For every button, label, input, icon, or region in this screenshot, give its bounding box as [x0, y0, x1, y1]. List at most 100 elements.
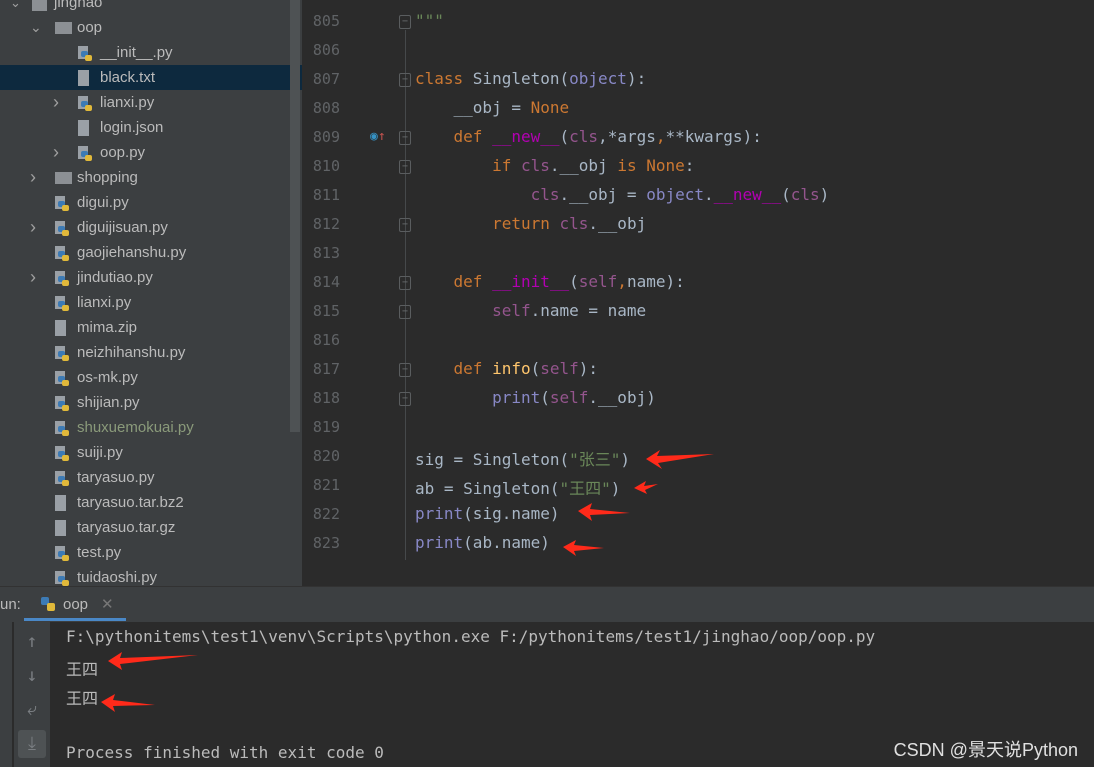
tree-item[interactable]: › shopping: [0, 165, 290, 190]
package-file-icon: [55, 22, 72, 34]
tree-item[interactable]: lianxi.py: [0, 290, 290, 315]
tree-item[interactable]: __init__.py: [0, 40, 290, 65]
tree-item-label: __init__.py: [100, 44, 173, 61]
tree-item[interactable]: shijian.py: [0, 390, 290, 415]
run-tab-oop[interactable]: oop ✕: [24, 587, 126, 621]
sidebar-scrollbar[interactable]: [290, 0, 300, 432]
code-token: info: [492, 359, 531, 378]
fold-icon[interactable]: −: [399, 305, 411, 319]
tree-item[interactable]: › oop.py: [0, 140, 290, 165]
code-token: object: [569, 69, 627, 88]
code-token: if: [492, 156, 521, 175]
code-line: cls.__obj = object.__new__(cls): [415, 185, 830, 204]
code-token: sig = Singleton(: [415, 450, 570, 469]
tree-item-label: digui.py: [77, 194, 129, 211]
folder-icon: [32, 0, 47, 11]
arrow-down-icon[interactable]: ↓: [18, 662, 46, 690]
code-token: __init__: [492, 272, 570, 291]
close-icon[interactable]: ✕: [101, 595, 114, 613]
arrow-up-icon[interactable]: ↑: [18, 628, 46, 656]
chevron-right-icon[interactable]: ›: [53, 90, 59, 115]
chevron-right-icon[interactable]: ›: [30, 265, 36, 290]
chevron-right-icon[interactable]: ›: [53, 140, 59, 165]
fold-icon[interactable]: −: [399, 73, 411, 87]
fold-icon[interactable]: −: [399, 15, 411, 29]
run-toolbar: un: oop ✕: [0, 586, 1094, 622]
python-file-icon: [55, 270, 70, 286]
code-token: (: [540, 388, 550, 407]
code-token: print: [415, 504, 464, 523]
code-token: ): [620, 450, 631, 469]
chevron-right-icon[interactable]: ›: [30, 215, 36, 240]
python-file-icon: [55, 395, 70, 411]
tree-item[interactable]: digui.py: [0, 190, 290, 215]
tree-item[interactable]: os-mk.py: [0, 365, 290, 390]
fold-icon[interactable]: −: [399, 131, 411, 145]
tree-item[interactable]: ⌄ oop: [0, 15, 290, 40]
tree-item[interactable]: suiji.py: [0, 440, 290, 465]
python-file-icon: [55, 445, 70, 461]
fold-icon[interactable]: −: [399, 218, 411, 232]
code-token: ):: [578, 359, 599, 378]
chevron-down-icon[interactable]: ⌄: [10, 0, 21, 15]
code-line: print(self.__obj): [415, 388, 656, 407]
line-number: 813: [312, 244, 340, 262]
code-token: def: [453, 272, 493, 291]
code-token: (sig.name): [463, 504, 560, 523]
tree-item[interactable]: › diguijisuan.py: [0, 215, 290, 240]
code-line: def __new__(cls,*args,**kwargs):: [415, 127, 762, 146]
code-token: .__obj: [549, 156, 618, 175]
python-file-icon: [55, 545, 70, 561]
python-file-icon: [55, 295, 70, 311]
python-file-icon: [55, 420, 70, 436]
code-token: ,: [598, 127, 608, 146]
code-editor[interactable]: 804 805−"""806807−class Singleton(object…: [302, 0, 1094, 561]
code-token: (: [559, 69, 570, 88]
chevron-down-icon[interactable]: ⌄: [30, 15, 42, 40]
tree-item-root[interactable]: ⌄ jinghao: [0, 0, 290, 15]
console-line: Process finished with exit code 0: [66, 743, 384, 762]
fold-icon[interactable]: −: [399, 276, 411, 290]
tree-item-label: lianxi.py: [100, 94, 155, 111]
tree-item[interactable]: login.json: [0, 115, 290, 140]
tree-item[interactable]: shuxuemokuai.py: [0, 415, 290, 440]
tree-item[interactable]: taryasuo.py: [0, 465, 290, 490]
tree-item[interactable]: › lianxi.py: [0, 90, 290, 115]
code-token: ): [819, 185, 830, 204]
tree-item[interactable]: taryasuo.tar.gz: [0, 515, 290, 540]
tree-item-label: suiji.py: [77, 444, 123, 461]
code-token: ):: [742, 127, 762, 146]
code-token: ab = Singleton(: [415, 479, 560, 498]
unknown-file-icon: [55, 495, 66, 511]
tree-item-label: jindutiao.py: [77, 269, 153, 286]
python-file-icon: [55, 345, 70, 361]
unknown-file-icon: [55, 520, 66, 536]
code-token: name):: [626, 272, 685, 291]
tree-item[interactable]: neizhihanshu.py: [0, 340, 290, 365]
override-icon[interactable]: ◉↑: [370, 129, 386, 144]
tree-item[interactable]: taryasuo.tar.bz2: [0, 490, 290, 515]
chevron-right-icon[interactable]: ›: [30, 165, 36, 190]
tree-item[interactable]: tuidaoshi.py: [0, 565, 290, 586]
tree-item[interactable]: gaojiehanshu.py: [0, 240, 290, 265]
soft-wrap-icon[interactable]: ⤶: [18, 696, 46, 724]
fold-icon[interactable]: −: [399, 363, 411, 377]
code-token: object: [646, 185, 704, 204]
tree-item[interactable]: › jindutiao.py: [0, 265, 290, 290]
fold-icon[interactable]: −: [399, 160, 411, 174]
tree-item[interactable]: black.txt: [0, 65, 302, 90]
tree-item[interactable]: mima.zip: [0, 315, 290, 340]
fold-icon[interactable]: −: [399, 392, 411, 406]
code-line: print(sig.name): [415, 504, 560, 523]
tree-item[interactable]: test.py: [0, 540, 290, 565]
code-line: return cls.__obj: [415, 214, 646, 233]
console-line: F:\pythonitems\test1\venv\Scripts\python…: [66, 627, 876, 646]
scroll-to-end-icon[interactable]: ⤓: [18, 730, 46, 758]
python-file-icon: [55, 245, 70, 261]
tree-item-label: os-mk.py: [77, 369, 138, 386]
tree-item-label: lianxi.py: [77, 294, 132, 311]
run-tab-label: oop: [63, 596, 89, 613]
